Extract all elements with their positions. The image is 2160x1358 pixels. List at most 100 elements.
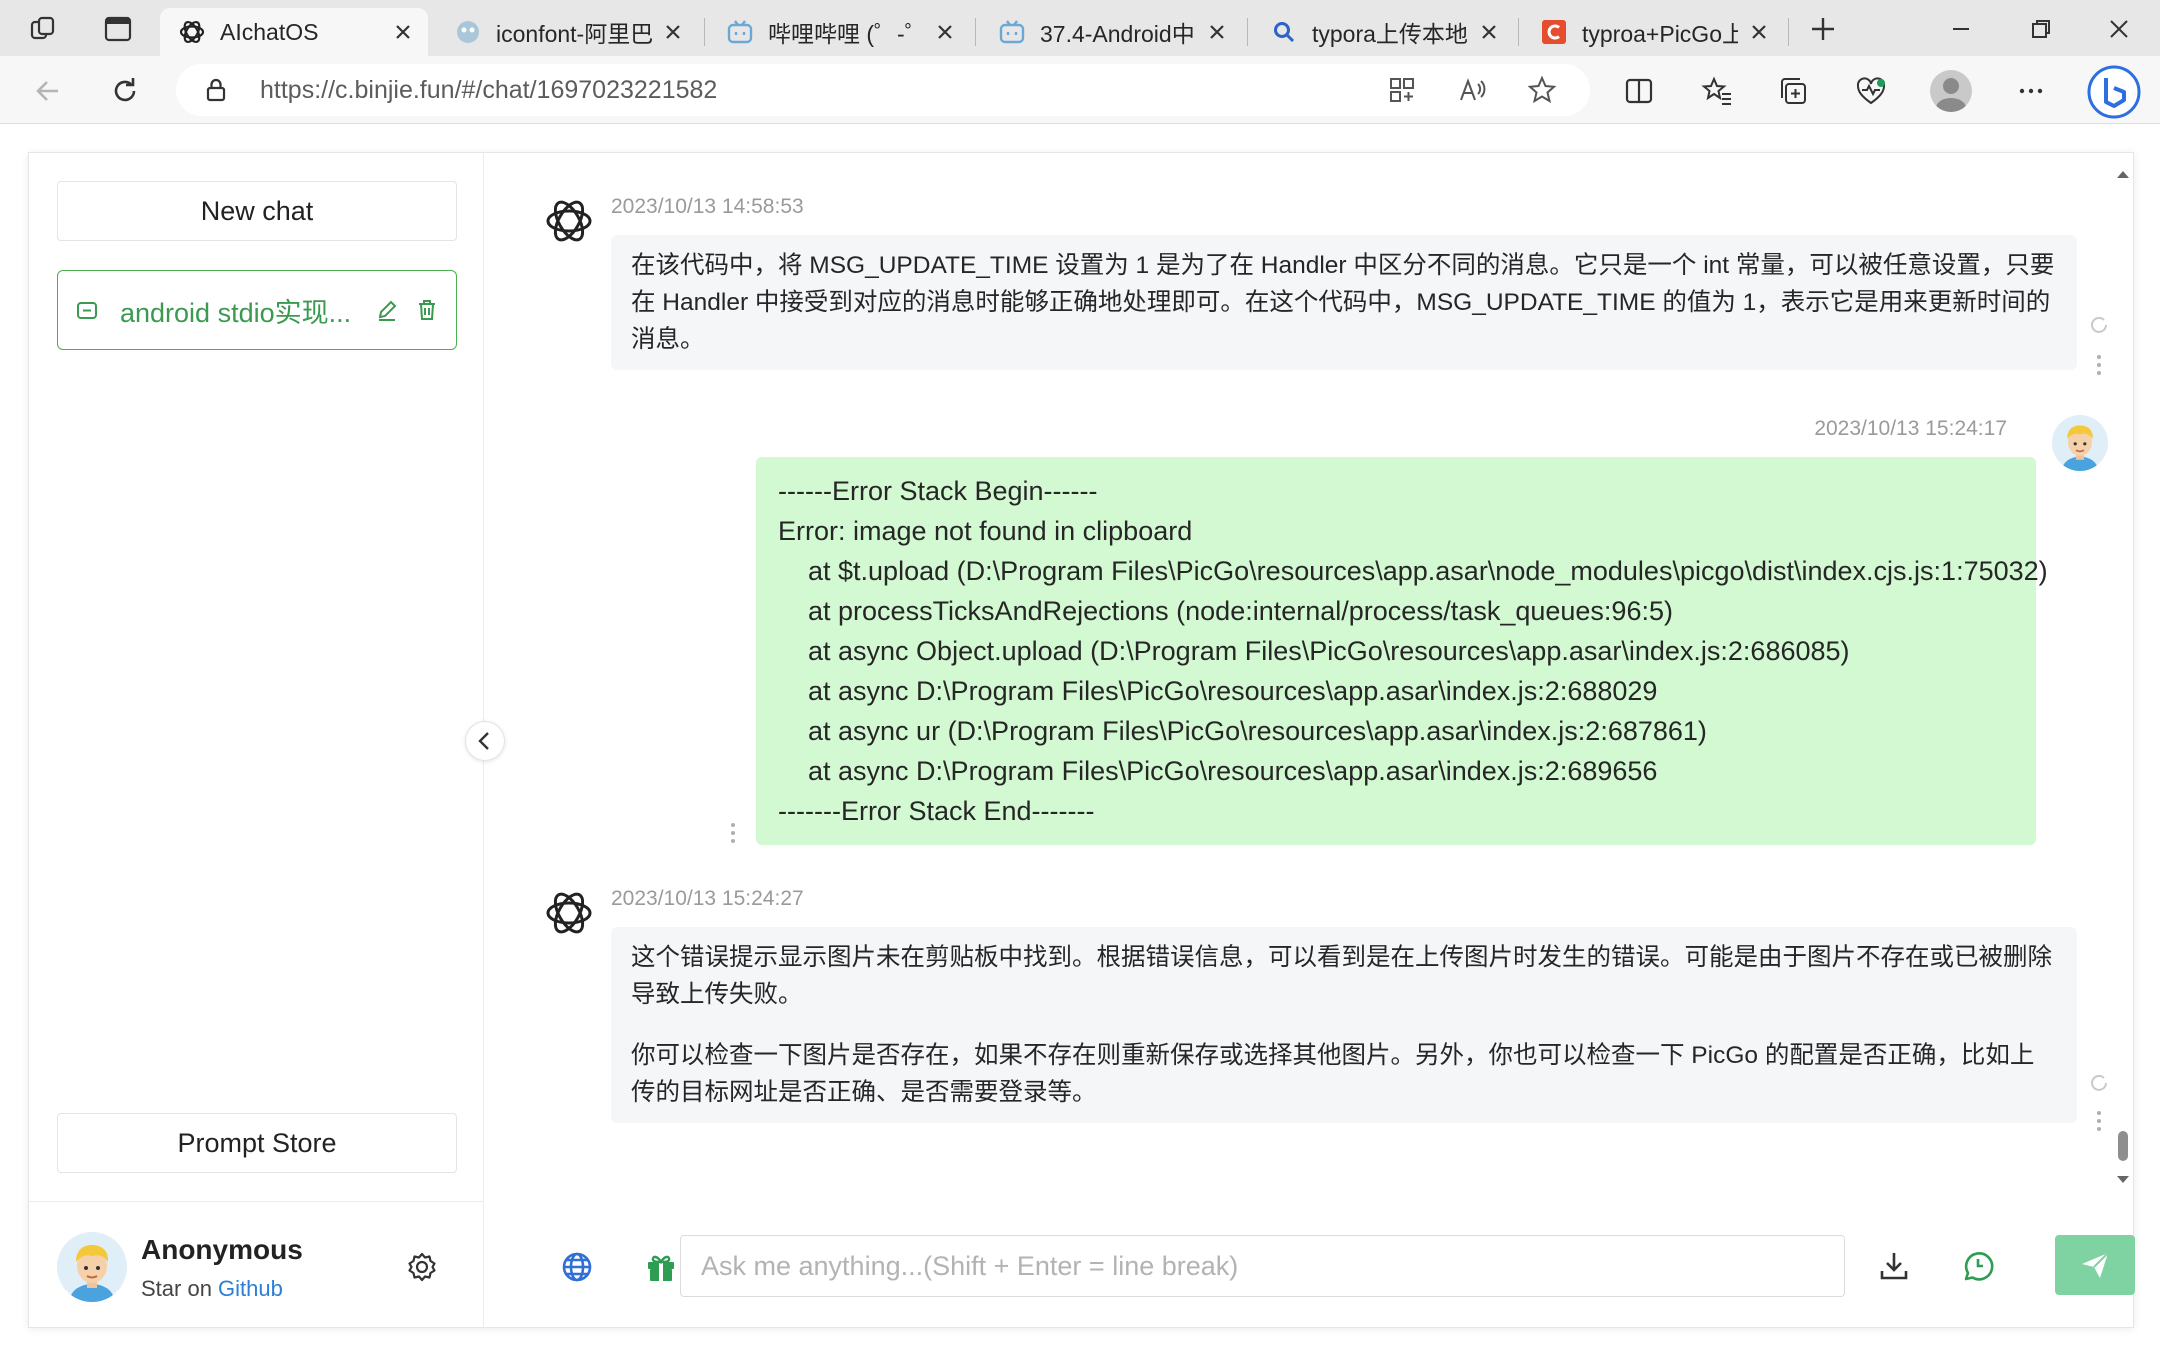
message-line: at async D:\Program Files\PicGo\resource… — [778, 676, 1658, 706]
message-paragraph: 在该代码中，将 MSG_UPDATE_TIME 设置为 1 是为了在 Handl… — [631, 252, 2055, 353]
lock-icon[interactable] — [202, 76, 230, 104]
download-icon[interactable] — [1875, 1247, 1913, 1285]
profile-avatar[interactable] — [1930, 70, 1972, 112]
close-tab-icon[interactable] — [392, 21, 414, 43]
bilibili-icon — [726, 18, 754, 46]
message-line: Error: image not found in clipboard — [778, 516, 1193, 546]
regenerate-icon[interactable] — [2085, 1069, 2113, 1097]
tab-label: 37.4-Android中前 — [1040, 21, 1196, 47]
search-icon — [1270, 18, 1298, 46]
star-on-text: Star on — [141, 1276, 219, 1301]
tab-separator — [1788, 18, 1789, 46]
close-tab-icon[interactable] — [1748, 21, 1770, 43]
tab-aichatos[interactable]: AIchatOS — [160, 8, 428, 56]
minimize-icon[interactable] — [1944, 12, 1978, 46]
favorites-icon[interactable] — [1700, 74, 1734, 108]
regenerate-icon[interactable] — [2085, 311, 2113, 339]
settings-gear-icon[interactable] — [405, 1250, 439, 1284]
scrollbar-thumb[interactable] — [2118, 1131, 2128, 1161]
address-bar-row: https://c.binjie.fun/#/chat/169702322158… — [0, 56, 2160, 124]
collections-icon[interactable] — [1776, 74, 1810, 108]
chat-main: 2023/10/13 14:58:53 在该代码中，将 MSG_UPDATE_T… — [485, 153, 2135, 1327]
workspaces-icon[interactable] — [28, 14, 64, 44]
prompt-store-button[interactable]: Prompt Store — [57, 1113, 457, 1173]
close-window-icon[interactable] — [2102, 12, 2136, 46]
message-paragraph: 你可以检查一下图片是否存在，如果不存在则重新保存或选择其他图片。另外，你也可以检… — [631, 1042, 2035, 1106]
more-actions-icon[interactable] — [725, 819, 741, 847]
favorite-star-icon[interactable] — [1526, 74, 1558, 106]
tab-typora[interactable]: typora上传本地图 — [1252, 8, 1514, 56]
github-star-line: Star on Github — [141, 1276, 283, 1302]
message-line: ------Error Stack Begin------ — [778, 476, 1098, 506]
restore-icon[interactable] — [2024, 12, 2058, 46]
openai-avatar-icon — [543, 887, 595, 939]
more-actions-icon[interactable] — [2091, 1107, 2107, 1135]
edit-icon[interactable] — [374, 297, 400, 323]
tab-actions-icon[interactable] — [102, 14, 134, 44]
more-actions-icon[interactable] — [2091, 351, 2107, 379]
chat-bubble-icon — [74, 297, 100, 323]
new-tab-icon[interactable] — [1806, 12, 1840, 46]
tab-label: typroa+PicGo上传 — [1582, 21, 1738, 47]
globe-icon[interactable] — [559, 1249, 595, 1285]
url-box[interactable]: https://c.binjie.fun/#/chat/169702322158… — [176, 64, 1590, 116]
refresh-icon[interactable] — [106, 72, 144, 110]
iconfont-icon — [454, 18, 482, 46]
close-tab-icon[interactable] — [1206, 21, 1228, 43]
gift-icon[interactable] — [643, 1249, 679, 1285]
tab-iconfont[interactable]: iconfont-阿里巴巴 — [436, 8, 698, 56]
tab-android[interactable]: 37.4-Android中前 — [980, 8, 1242, 56]
message-line: at async Object.upload (D:\Program Files… — [778, 636, 1850, 666]
tab-separator — [1518, 18, 1519, 46]
back-icon[interactable] — [30, 72, 68, 110]
close-tab-icon[interactable] — [662, 21, 684, 43]
message-line: at async D:\Program Files\PicGo\resource… — [778, 756, 1658, 786]
tab-separator — [975, 18, 976, 46]
bilibili-icon — [998, 18, 1026, 46]
user-panel: Anonymous Star on Github — [29, 1201, 484, 1329]
close-tab-icon[interactable] — [1478, 21, 1500, 43]
conversation-item[interactable]: android stdio实现... — [57, 270, 457, 350]
tab-separator — [704, 18, 705, 46]
scroll-down-icon[interactable] — [2113, 1169, 2133, 1189]
tab-label: typora上传本地图 — [1312, 21, 1468, 47]
github-link[interactable]: Github — [218, 1276, 283, 1301]
send-button[interactable] — [2055, 1235, 2135, 1295]
browser-essentials-icon[interactable] — [1854, 74, 1888, 108]
message-timestamp: 2023/10/13 14:58:53 — [611, 195, 804, 218]
new-chat-button[interactable]: New chat — [57, 181, 457, 241]
more-menu-icon[interactable] — [2014, 74, 2048, 108]
delete-icon[interactable] — [414, 297, 440, 323]
assistant-message: 在该代码中，将 MSG_UPDATE_TIME 设置为 1 是为了在 Handl… — [611, 235, 2077, 370]
user-avatar — [2052, 415, 2108, 471]
read-aloud-icon[interactable] — [1456, 74, 1488, 106]
whatsapp-icon[interactable] — [1959, 1247, 1997, 1285]
scroll-up-icon[interactable] — [2113, 165, 2133, 185]
user-message: ------Error Stack Begin------ Error: ima… — [756, 457, 2048, 845]
csdn-icon — [1540, 18, 1568, 46]
message-line: at $t.upload (D:\Program Files\PicGo\res… — [778, 556, 2048, 586]
close-tab-icon[interactable] — [934, 21, 956, 43]
sidebar: New chat android stdio实现... Prompt Store… — [29, 153, 484, 1327]
avatar — [57, 1232, 127, 1302]
url-text[interactable]: https://c.binjie.fun/#/chat/169702322158… — [260, 76, 717, 105]
url-host: https://c.binjie.fun — [260, 76, 455, 104]
openai-icon — [178, 18, 206, 46]
message-input[interactable] — [680, 1235, 1845, 1297]
conversation-title: android stdio实现... — [120, 297, 352, 328]
user-name: Anonymous — [141, 1234, 303, 1265]
input-row — [485, 1201, 2135, 1329]
tab-label: 哔哩哔哩 (゜-゜) — [768, 21, 924, 47]
tab-bilibili[interactable]: 哔哩哔哩 (゜-゜) — [708, 8, 970, 56]
message-line: at processTicksAndRejections (node:inter… — [778, 596, 1673, 626]
tab-csdn[interactable]: typroa+PicGo上传 — [1522, 8, 1784, 56]
tab-label: iconfont-阿里巴巴 — [496, 21, 652, 47]
message-line: at async ur (D:\Program Files\PicGo\reso… — [778, 716, 1707, 746]
chat-app: New chat android stdio实现... Prompt Store… — [28, 152, 2135, 1328]
openai-avatar-icon — [543, 195, 595, 247]
send-icon — [2082, 1252, 2109, 1278]
bing-copilot-icon[interactable] — [2086, 64, 2142, 120]
app-available-icon[interactable] — [1386, 74, 1418, 106]
scrollbar[interactable] — [2113, 165, 2133, 1189]
split-screen-icon[interactable] — [1622, 74, 1656, 108]
